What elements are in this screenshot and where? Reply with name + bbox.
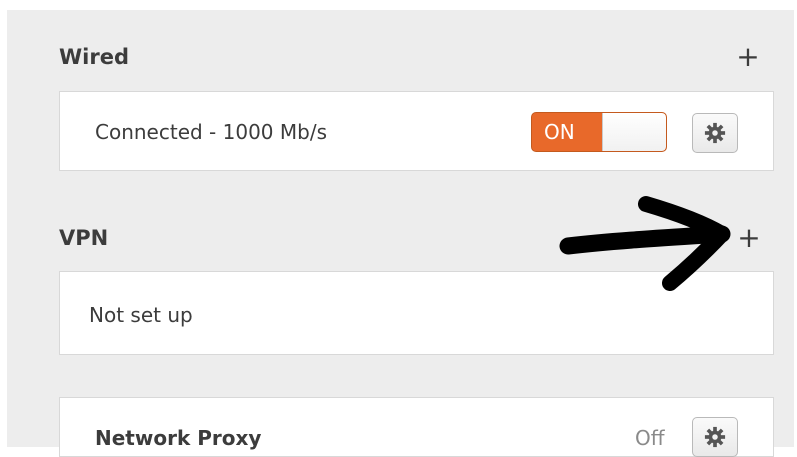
vpn-status-text: Not set up xyxy=(89,303,193,327)
network-settings-panel xyxy=(7,10,794,447)
vpn-card: Not set up xyxy=(59,271,774,355)
toggle-on-label: ON xyxy=(544,120,575,144)
network-proxy-card[interactable]: Network Proxy Off xyxy=(59,397,774,457)
wired-add-button[interactable]: + xyxy=(733,43,763,71)
network-proxy-title: Network Proxy xyxy=(95,426,262,450)
vpn-add-button[interactable]: + xyxy=(734,224,764,252)
toggle-knob xyxy=(602,113,666,151)
wired-section-title: Wired xyxy=(59,45,129,69)
gear-icon xyxy=(704,426,726,448)
gear-icon xyxy=(704,122,726,144)
vpn-section-title: VPN xyxy=(59,226,109,250)
wired-status-text: Connected - 1000 Mb/s xyxy=(95,120,327,144)
network-proxy-status: Off xyxy=(635,426,665,450)
network-proxy-settings-button[interactable] xyxy=(692,417,738,457)
wired-toggle-switch[interactable]: ON xyxy=(531,112,667,152)
wired-settings-button[interactable] xyxy=(692,113,738,153)
wired-connection-card: Connected - 1000 Mb/s ON xyxy=(59,91,774,171)
